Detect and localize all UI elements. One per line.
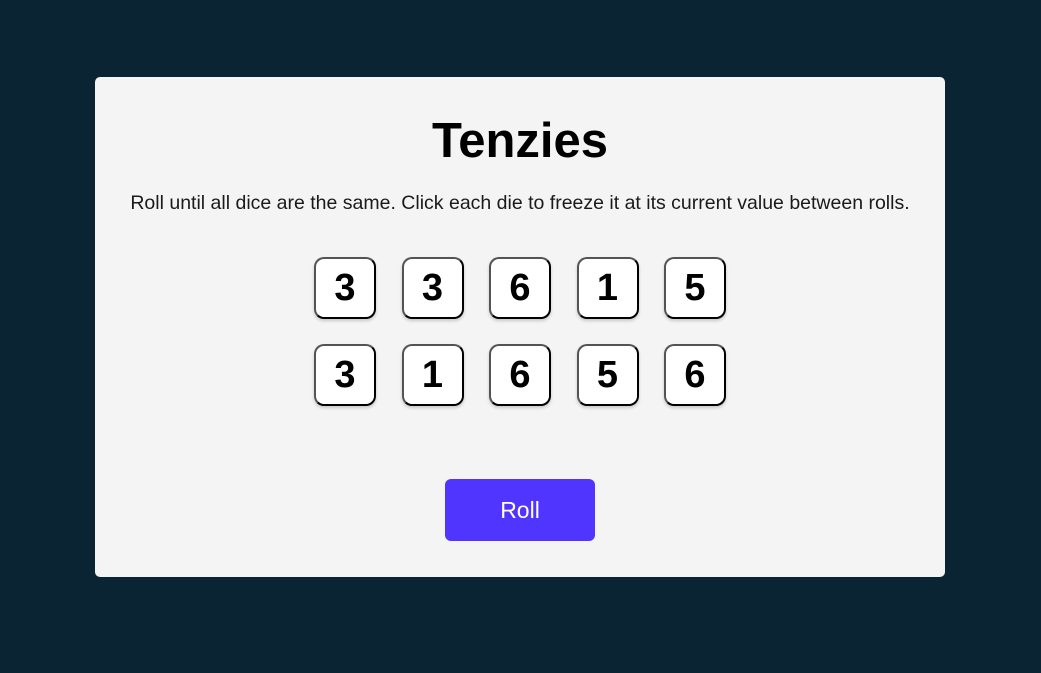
game-title: Tenzies	[431, 114, 609, 168]
die-6[interactable]: 3	[314, 344, 376, 406]
roll-button[interactable]: Roll	[445, 479, 595, 541]
die-4[interactable]: 1	[576, 257, 639, 319]
die-8[interactable]: 6	[489, 344, 551, 406]
dice-container: 3 3 6 1 5 3 1 6 5 6	[314, 257, 726, 406]
game-instructions: Roll until all dice are the same. Click …	[130, 192, 910, 214]
die-5[interactable]: 5	[664, 257, 726, 319]
die-10[interactable]: 6	[664, 344, 726, 406]
die-2[interactable]: 3	[401, 257, 464, 319]
die-7[interactable]: 1	[401, 344, 464, 406]
die-3[interactable]: 6	[489, 257, 551, 319]
die-9[interactable]: 5	[576, 344, 639, 406]
game-card: Tenzies Roll until all dice are the same…	[95, 77, 945, 577]
die-1[interactable]: 3	[314, 257, 376, 319]
